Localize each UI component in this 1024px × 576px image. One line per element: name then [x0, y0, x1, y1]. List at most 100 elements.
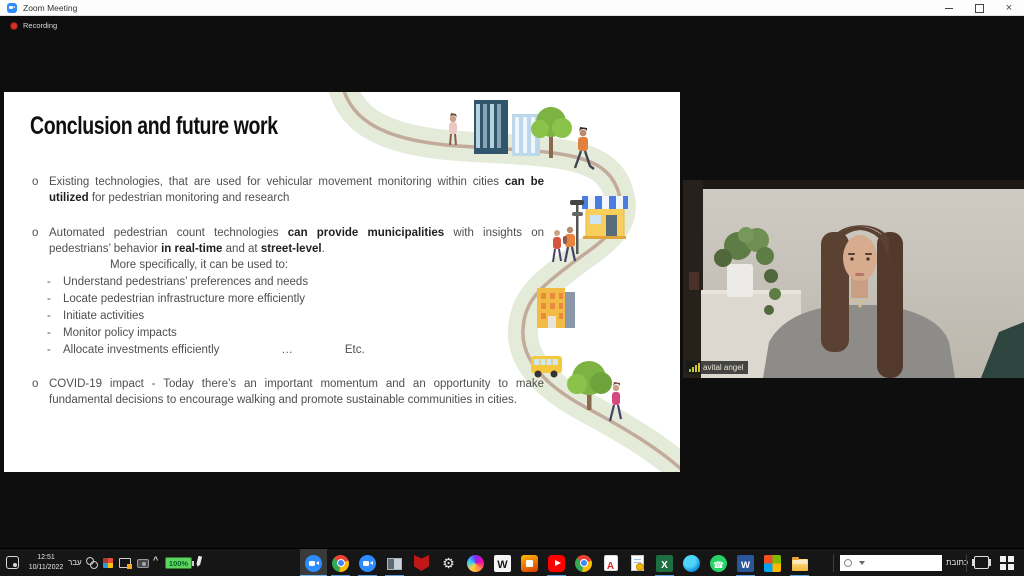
acrobat-icon [604, 555, 618, 571]
office-icon [521, 555, 538, 572]
webcam-video-frame [683, 180, 1024, 378]
taskbar-separator [966, 554, 967, 572]
city-buildings-icon [474, 100, 540, 156]
wikipedia-icon [494, 555, 511, 572]
link-icon[interactable] [86, 557, 98, 569]
participant-name: avital angel [703, 363, 743, 372]
sub-bullet-text: Initiate activities [63, 308, 144, 325]
recording-indicator: Recording [10, 21, 57, 30]
bullet-marker: o [32, 174, 49, 206]
taskbar-app-acrobat[interactable] [597, 549, 624, 576]
pen-icon[interactable] [196, 556, 203, 568]
taskbar-app-certificate[interactable] [624, 549, 651, 576]
taskbar-app-zoom[interactable] [300, 549, 327, 576]
slide-bullet: oAutomated pedestrian count technologies… [32, 225, 544, 257]
slide-title: Conclusion and future work [30, 112, 278, 141]
certificate-icon [631, 555, 644, 571]
taskbar-app-youtube[interactable] [543, 549, 570, 576]
taskbar-app-chrome[interactable] [570, 549, 597, 576]
taskbar-app-paint[interactable] [462, 549, 489, 576]
taskbar-app-word[interactable] [732, 549, 759, 576]
taskbar-app-excel[interactable] [651, 549, 678, 576]
sub-bullet-text: Monitor policy impacts [63, 325, 177, 342]
screenshare-icon[interactable] [119, 558, 131, 568]
taskbar-app-store[interactable] [759, 549, 786, 576]
chevron-down-icon[interactable] [859, 561, 865, 565]
taskbar-app-winapp[interactable] [381, 549, 408, 576]
windows-logo-icon [1000, 556, 1006, 562]
clock-time: 12:51 [24, 553, 68, 563]
battery-indicator[interactable]: 100% [165, 557, 192, 569]
slide-sub-bullet: -Allocate investments efficiently…Etc. [47, 342, 544, 359]
taskbar-app-meet[interactable] [327, 549, 354, 576]
settings-icon [440, 555, 457, 572]
window-titlebar: Zoom Meeting [0, 0, 1024, 16]
zoom2-icon [359, 555, 376, 572]
address-toolbar-label: כתובת [946, 558, 968, 567]
paint-icon [467, 555, 484, 572]
people-grid-icon[interactable] [103, 558, 113, 568]
taskbar-clock[interactable]: 12:51 10/11/2022 [24, 553, 68, 572]
recording-label: Recording [23, 21, 57, 30]
bullet-text: Existing technologies, that are used for… [49, 174, 544, 206]
signal-strength-icon [689, 363, 700, 372]
bullet-text: COVID-19 impact - Today there’s an impor… [49, 376, 544, 408]
explorer-icon [792, 559, 808, 571]
bullet-marker: o [32, 225, 49, 257]
shared-screen-slide: Conclusion and future work oExisting tec… [4, 92, 680, 472]
address-toolbar-input[interactable] [840, 555, 942, 571]
sub-bullet-marker: - [47, 308, 63, 325]
camera-icon[interactable] [137, 559, 149, 568]
bullet-text: Automated pedestrian count technologies … [49, 225, 544, 257]
start-button[interactable] [1000, 556, 1014, 570]
language-indicator[interactable]: עבר [68, 558, 82, 567]
taskbar-app-office[interactable] [516, 549, 543, 576]
sub-bullet-marker: - [47, 342, 63, 359]
participant-name-badge: avital angel [686, 361, 748, 374]
slide-sub-bullet: -Initiate activities [47, 308, 544, 325]
taskbar-app-edge[interactable] [678, 549, 705, 576]
excel-icon [656, 555, 673, 572]
shop-kiosk-icon [582, 196, 628, 239]
edge-icon [683, 555, 700, 572]
taskbar-app-mcafee[interactable] [408, 549, 435, 576]
taskbar-separator [833, 554, 834, 572]
slide-sub-bullet: -Monitor policy impacts [47, 325, 544, 342]
youtube-icon [548, 555, 565, 572]
zoom-meeting-window: Zoom Meeting Recording [0, 0, 1024, 576]
taskbar-app-explorer[interactable] [786, 549, 813, 576]
bullet-marker: o [32, 376, 49, 408]
slide-body: oExisting technologies, that are used fo… [32, 174, 544, 408]
task-view-icon[interactable] [974, 556, 989, 569]
minimize-icon[interactable] [934, 0, 964, 16]
taskbar-app-whatsapp[interactable] [705, 549, 732, 576]
notification-icon[interactable] [6, 556, 19, 569]
maximize-icon[interactable] [964, 0, 994, 16]
slide-sub-bullet: -Locate pedestrian infrastructure more e… [47, 291, 544, 308]
zoom-icon [305, 555, 322, 572]
address-toolbar-icon [844, 559, 852, 567]
store-icon [764, 555, 781, 572]
sub-bullet-text: Locate pedestrian infrastructure more ef… [63, 291, 305, 308]
meeting-area: Recording [0, 16, 1024, 548]
more-specifically-line: More specifically, it can be used to: [110, 257, 544, 274]
meet-icon [332, 555, 349, 572]
taskbar-app-settings[interactable] [435, 549, 462, 576]
ellipsis-text: … [281, 342, 293, 359]
taskbar-app-zoom2[interactable] [354, 549, 381, 576]
sub-bullet-marker: - [47, 325, 63, 342]
windows-taskbar: 12:51 10/11/2022 עבר ^ 100% כתובת [0, 548, 1024, 576]
clock-date: 10/11/2022 [24, 563, 68, 573]
close-icon[interactable] [994, 0, 1024, 16]
slide-bullet: oExisting technologies, that are used fo… [32, 174, 544, 206]
chrome-icon [575, 555, 592, 572]
slide-sub-bullet: -Understand pedestrians’ preferences and… [47, 274, 544, 291]
window-title: Zoom Meeting [23, 3, 77, 13]
participant-video[interactable]: avital angel [683, 180, 1024, 378]
sub-bullet-text: Allocate investments efficiently [63, 342, 219, 359]
sub-bullet-marker: - [47, 274, 63, 291]
slide-bullet: oCOVID-19 impact - Today there’s an impo… [32, 376, 544, 408]
window-controls [934, 0, 1024, 16]
hidden-icons-chevron[interactable]: ^ [153, 555, 158, 565]
taskbar-app-wikipedia[interactable] [489, 549, 516, 576]
